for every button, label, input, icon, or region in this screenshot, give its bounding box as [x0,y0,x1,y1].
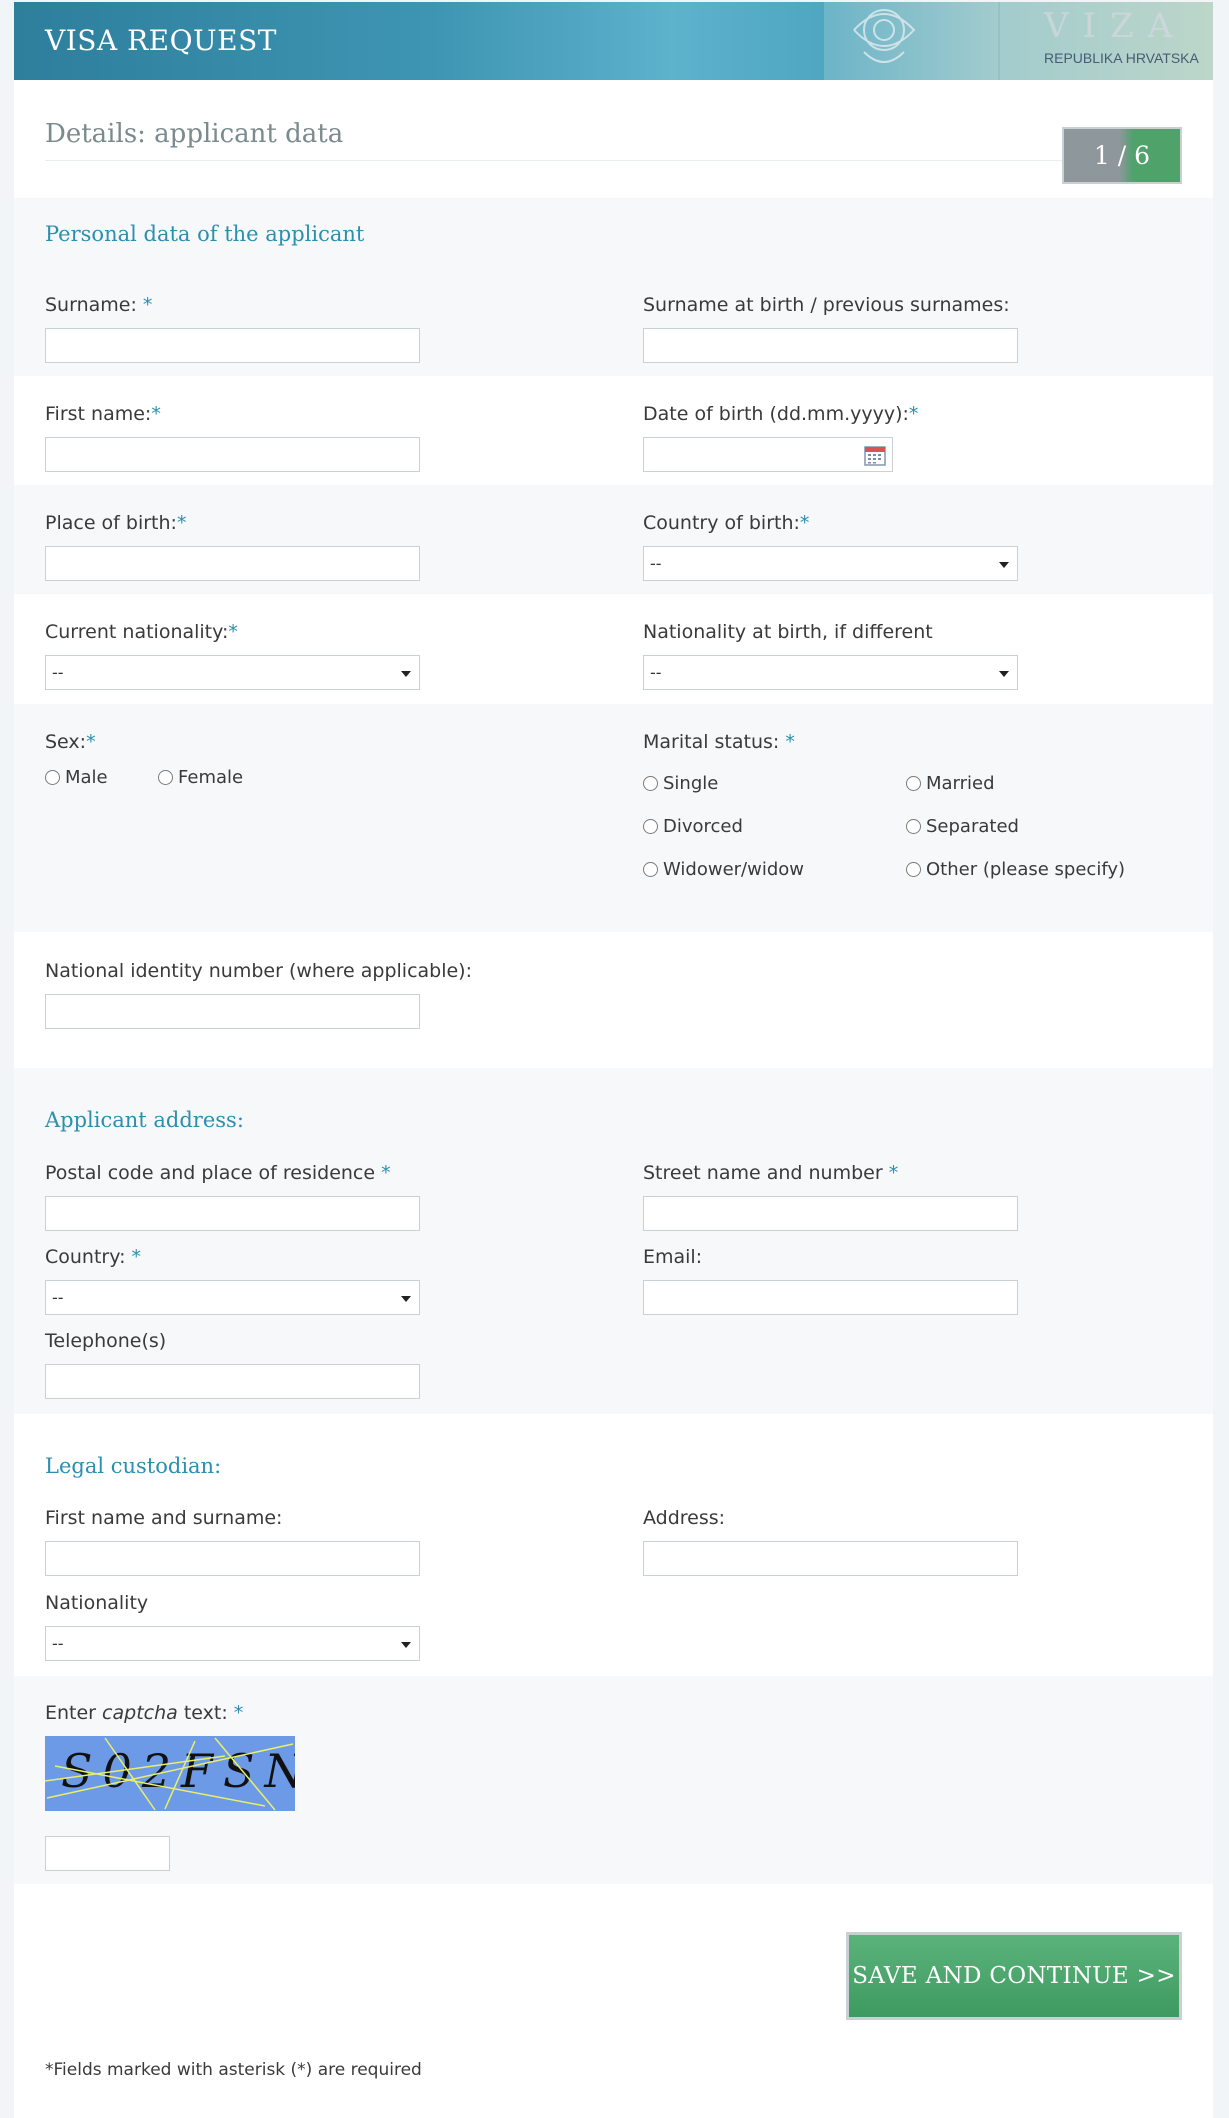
captcha-label: Enter captcha text: * [45,1702,244,1724]
marital-radio-widower[interactable]: Widower/widow [643,859,804,880]
radio-button[interactable] [45,770,60,785]
sex-label: Sex:* [45,731,96,753]
custodian-nationality-value: -- [52,1634,64,1653]
radio-button[interactable] [906,862,921,877]
national-id-input[interactable] [45,994,420,1029]
surname-birth-label: Surname at birth / previous surnames: [643,294,1010,316]
header-banner: VISA REQUEST VIZA REPUBLIKA HRVATSKA [14,2,1213,80]
postal-input[interactable] [45,1196,420,1231]
place-birth-label: Place of birth:* [45,512,187,534]
stamp-subtext: REPUBLIKA HRVATSKA [1044,50,1199,66]
email-input[interactable] [643,1280,1018,1315]
chevron-down-icon [401,1642,411,1648]
nationality-birth-select[interactable]: -- [643,655,1018,690]
radio-button[interactable] [158,770,173,785]
national-id-label: National identity number (where applicab… [45,960,472,982]
radio-button[interactable] [643,776,658,791]
chevron-down-icon [999,562,1009,568]
country-select[interactable]: -- [45,1280,420,1315]
surname-input[interactable] [45,328,420,363]
captcha-input[interactable] [45,1836,170,1871]
section-title-personal: Personal data of the applicant [45,222,365,246]
street-label: Street name and number * [643,1162,899,1184]
dob-input[interactable] [643,437,893,472]
marital-radio-divorced[interactable]: Divorced [643,816,743,837]
required-fields-note: *Fields marked with asterisk (*) are req… [45,2060,422,2080]
current-nationality-value: -- [52,663,64,682]
title-divider [45,160,1182,161]
street-input[interactable] [643,1196,1018,1231]
dob-label: Date of birth (dd.mm.yyyy):* [643,403,919,425]
captcha-noise-lines [45,1737,294,1811]
section-title-address: Applicant address: [45,1108,244,1132]
marital-radio-other[interactable]: Other (please specify) [906,859,1125,880]
captcha-image: S02FSN [45,1736,295,1811]
telephone-label: Telephone(s) [45,1330,167,1352]
current-nationality-label: Current nationality:* [45,621,238,643]
chevron-down-icon [401,671,411,677]
radio-button[interactable] [906,776,921,791]
country-value: -- [52,1288,64,1307]
page-title: Details: applicant data [45,119,344,149]
header-title: VISA REQUEST [45,24,277,57]
calendar-icon[interactable] [864,444,886,466]
marital-label: Marital status: * [643,731,795,753]
custodian-address-label: Address: [643,1507,726,1529]
page-container: VISA REQUEST VIZA REPUBLIKA HRVATSKA Det… [14,2,1213,2118]
custodian-nationality-label: Nationality [45,1592,149,1614]
telephone-input[interactable] [45,1364,420,1399]
country-label: Country: * [45,1246,142,1268]
radio-button[interactable] [643,819,658,834]
marital-radio-single[interactable]: Single [643,773,718,794]
custodian-name-label: First name and surname: [45,1507,283,1529]
postal-label: Postal code and place of residence * [45,1162,391,1184]
country-birth-value: -- [650,554,662,573]
custodian-address-input[interactable] [643,1541,1018,1576]
stamp-text: VIZA [1044,6,1187,46]
radio-button[interactable] [906,819,921,834]
surname-label: Surname: * [45,294,153,316]
step-indicator: 1 / 6 [1062,127,1182,184]
place-birth-input[interactable] [45,546,420,581]
band-personal-5 [14,704,1213,932]
marital-radio-married[interactable]: Married [906,773,995,794]
marital-radio-separated[interactable]: Separated [906,816,1019,837]
save-and-continue-button[interactable]: SAVE AND CONTINUE >> [846,1932,1182,2020]
custodian-name-input[interactable] [45,1541,420,1576]
sex-radio-female[interactable]: Female [158,767,243,788]
nationality-birth-value: -- [650,663,662,682]
chevron-down-icon [401,1296,411,1302]
section-title-custodian: Legal custodian: [45,1454,222,1478]
surname-birth-input[interactable] [643,328,1018,363]
country-birth-label: Country of birth:* [643,512,810,534]
radio-button[interactable] [643,862,658,877]
nationality-birth-label: Nationality at birth, if different [643,621,933,643]
custodian-nationality-select[interactable]: -- [45,1626,420,1661]
email-label: Email: [643,1246,703,1268]
country-birth-select[interactable]: -- [643,546,1018,581]
current-nationality-select[interactable]: -- [45,655,420,690]
sex-radio-male[interactable]: Male [45,767,108,788]
first-name-input[interactable] [45,437,420,472]
chevron-down-icon [999,671,1009,677]
first-name-label: First name:* [45,403,161,425]
